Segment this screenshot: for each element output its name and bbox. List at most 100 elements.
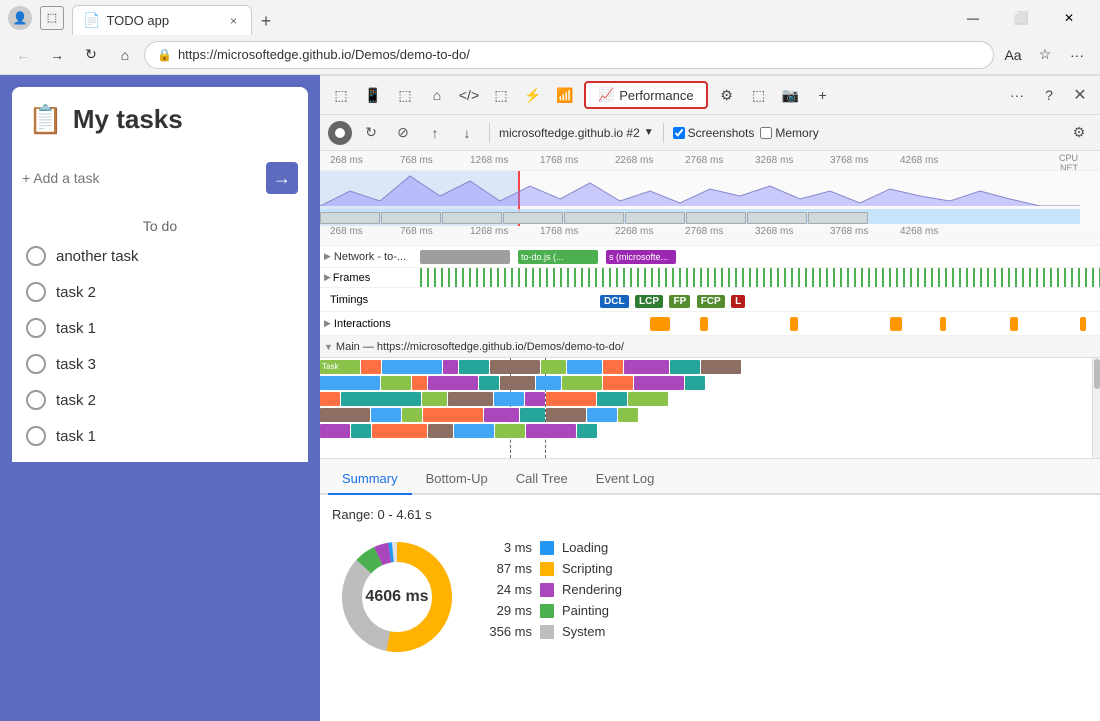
detail-tick-4268: 4268 ms xyxy=(900,226,938,237)
more-button[interactable]: ··· xyxy=(1062,41,1092,69)
add-task-input[interactable] xyxy=(22,170,266,186)
flame-bar xyxy=(381,376,411,390)
url-text: https://microsoftedge.github.io/Demos/de… xyxy=(178,47,981,62)
task-checkbox[interactable] xyxy=(26,318,46,338)
download-button[interactable]: ↓ xyxy=(454,120,480,146)
tab-close-button[interactable]: × xyxy=(226,12,241,30)
legend-item-system: 356 ms System xyxy=(482,624,1088,639)
memory-checkbox-area[interactable]: Memory xyxy=(760,126,818,140)
flame-bar xyxy=(494,392,524,406)
recording-selector[interactable]: microsoftedge.github.io #2 ▼ xyxy=(499,126,654,140)
settings-tool[interactable]: ⚙ xyxy=(712,81,742,109)
sidebar-toggle[interactable]: ⬚ xyxy=(40,6,64,30)
rendering-label: Rendering xyxy=(562,582,622,597)
home-button[interactable]: ⌂ xyxy=(110,41,140,69)
devtools-close-button[interactable]: ✕ xyxy=(1066,81,1094,109)
list-item[interactable]: task 3 xyxy=(12,346,308,382)
timeline-ruler-top: 268 ms 768 ms 1268 ms 1768 ms 2268 ms 27… xyxy=(320,151,1100,171)
tick-4268ms: 4268 ms xyxy=(900,155,938,166)
recording-url: microsoftedge.github.io #2 xyxy=(499,126,640,140)
home-tool[interactable]: ⌂ xyxy=(422,81,452,109)
flame-row-4 xyxy=(320,408,1100,422)
console-tool[interactable]: ⬚ xyxy=(486,81,516,109)
close-button[interactable]: ✕ xyxy=(1046,0,1092,35)
network-row: ▶ Network - to-... to-do.js (... s (micr… xyxy=(320,246,1100,268)
legend-area: 3 ms Loading 87 ms Scripting 24 ms xyxy=(482,532,1088,639)
add-tool[interactable]: + xyxy=(808,81,838,109)
flame-bar xyxy=(624,360,669,374)
tab-event-log[interactable]: Event Log xyxy=(582,463,669,495)
sources-tool[interactable]: </> xyxy=(454,81,484,109)
flame-bar xyxy=(634,376,684,390)
tab-summary[interactable]: Summary xyxy=(328,463,412,495)
clear-button[interactable]: ⊘ xyxy=(390,120,416,146)
frames-collapse-icon[interactable]: ▶ xyxy=(324,272,331,283)
add-task-button[interactable]: → xyxy=(266,162,298,194)
performance-icon: 📈 xyxy=(598,87,614,103)
vertical-scrollbar[interactable] xyxy=(1092,358,1100,458)
gear-settings-button[interactable]: ⚙ xyxy=(1066,120,1092,146)
new-tab-button[interactable]: + xyxy=(252,7,280,35)
task-checkbox[interactable] xyxy=(26,282,46,302)
task-checkbox[interactable] xyxy=(26,354,46,374)
storage-tool[interactable]: ⬚ xyxy=(744,81,774,109)
network-row-label: ▶ Network - to-... xyxy=(320,251,420,263)
screenshots-checkbox-area[interactable]: Screenshots xyxy=(673,126,755,140)
profile-icon[interactable]: 👤 xyxy=(8,6,32,30)
network-collapse-icon[interactable]: ▶ xyxy=(324,251,331,262)
tab-title: TODO app xyxy=(106,13,220,28)
flame-bar xyxy=(382,360,442,374)
wifi-tool[interactable]: 📶 xyxy=(550,81,580,109)
flame-row-2 xyxy=(320,376,1100,390)
device-tool[interactable]: 📱 xyxy=(358,81,388,109)
record-button[interactable] xyxy=(328,121,352,145)
list-item[interactable]: task 1 xyxy=(12,310,308,346)
upload-button[interactable]: ↑ xyxy=(422,120,448,146)
net-bar-1 xyxy=(420,250,510,264)
app-title: My tasks xyxy=(73,104,183,135)
favorites-icon[interactable]: ☆ xyxy=(1030,41,1060,69)
memory-checkbox[interactable] xyxy=(760,127,772,139)
tab-bottom-up[interactable]: Bottom-Up xyxy=(412,463,502,495)
reload-record-button[interactable]: ↻ xyxy=(358,120,384,146)
help-button[interactable]: ? xyxy=(1034,81,1064,109)
flame-bar xyxy=(536,376,561,390)
camera-tool[interactable]: 📷 xyxy=(776,81,806,109)
list-item[interactable]: another task xyxy=(12,238,308,274)
scripting-label: Scripting xyxy=(562,561,613,576)
task-checkbox[interactable] xyxy=(26,426,46,446)
back-button[interactable]: ← xyxy=(8,41,38,69)
list-item[interactable]: task 1 xyxy=(12,418,308,454)
main-thread-collapse-icon[interactable]: ▼ xyxy=(324,342,333,352)
list-item[interactable]: task 2 xyxy=(12,382,308,418)
interaction-bar-6 xyxy=(1010,317,1018,331)
donut-total-ms: 4606 ms xyxy=(365,588,428,606)
interactions-collapse-icon[interactable]: ▶ xyxy=(324,318,331,329)
read-aloud-icon[interactable]: Aa xyxy=(998,41,1028,69)
refresh-button[interactable]: ↻ xyxy=(76,41,106,69)
address-bar[interactable]: 🔒 https://microsoftedge.github.io/Demos/… xyxy=(144,41,994,69)
list-item[interactable]: task 2 xyxy=(12,274,308,310)
inspect-tool[interactable]: ⬚ xyxy=(326,81,356,109)
scrollbar-thumb[interactable] xyxy=(1094,359,1100,389)
flame-bar xyxy=(443,360,458,374)
task-label: task 1 xyxy=(56,428,96,445)
detail-tick-3768: 3768 ms xyxy=(830,226,868,237)
minimize-button[interactable]: — xyxy=(950,0,996,35)
todo-section-label: To do xyxy=(12,212,308,238)
maximize-button[interactable]: ⬜ xyxy=(998,0,1044,35)
main-thread-header: ▼ Main — https://microsoftedge.github.io… xyxy=(320,336,1100,358)
more-tools-button[interactable]: ··· xyxy=(1002,81,1032,109)
screenshots-checkbox[interactable] xyxy=(673,127,685,139)
task-checkbox[interactable] xyxy=(26,246,46,266)
legend-item-loading: 3 ms Loading xyxy=(482,540,1088,555)
network-tool[interactable]: ⚡ xyxy=(518,81,548,109)
elements-tool[interactable]: ⬚ xyxy=(390,81,420,109)
toolbar-separator-2 xyxy=(663,123,664,143)
tab-call-tree[interactable]: Call Tree xyxy=(502,463,582,495)
forward-button[interactable]: → xyxy=(42,41,72,69)
flame-bar xyxy=(587,408,617,422)
performance-tool-button[interactable]: 📈 Performance xyxy=(584,81,708,109)
task-checkbox[interactable] xyxy=(26,390,46,410)
active-tab[interactable]: 📄 TODO app × xyxy=(72,5,252,35)
